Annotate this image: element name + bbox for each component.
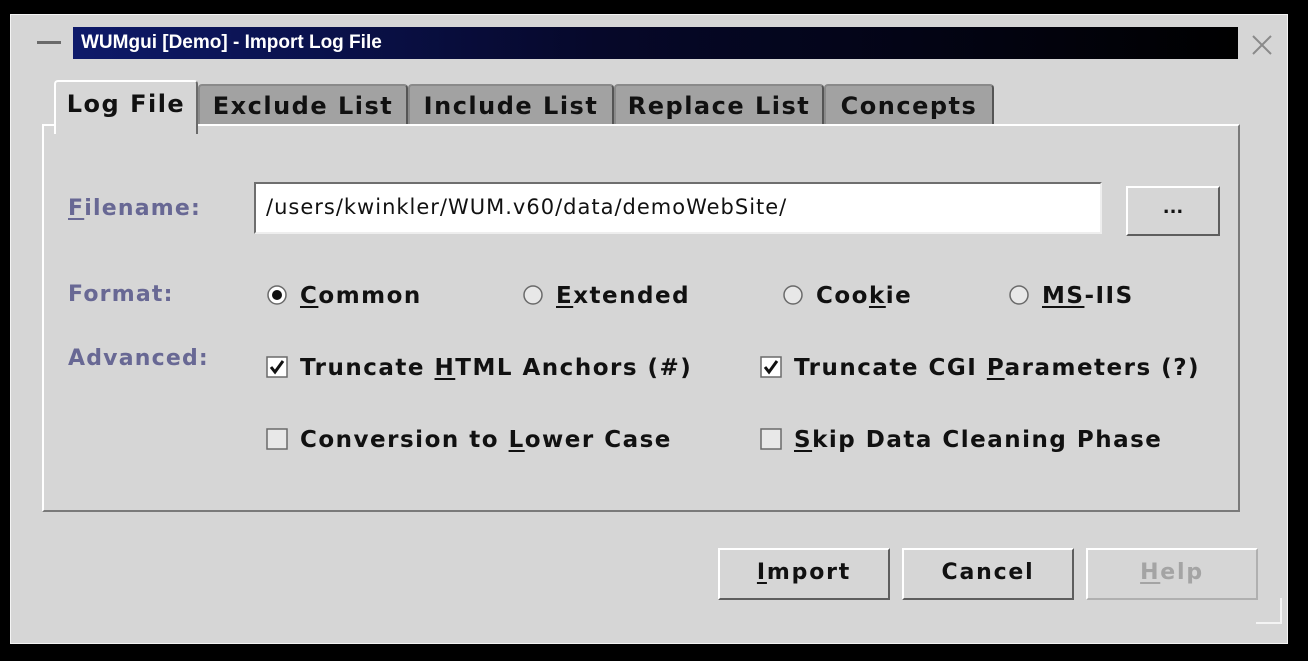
tab-label: Replace List [627,92,811,120]
tab-label: Exclude List [212,92,394,120]
checkbox-unchecked-icon [266,428,288,450]
option-label-text: Truncate HTML Anchors (#) [300,355,693,381]
format-label-text: Common [300,283,422,309]
advanced-label: Advanced: [68,346,209,371]
tab-log-file[interactable]: Log File [54,80,198,134]
radio-unselected-icon [1009,285,1029,305]
checkbox-checked-icon [760,356,782,378]
window-menu-icon[interactable] [37,41,61,44]
format-label-text: MS-IIS [1042,283,1134,309]
browse-button[interactable]: ... [1126,186,1220,236]
radio-unselected-icon [523,285,543,305]
option-label-text: Skip Data Cleaning Phase [794,427,1163,453]
radio-selected-icon [267,285,287,305]
cancel-button[interactable]: Cancel [902,548,1074,600]
close-icon[interactable] [1249,32,1275,58]
format-label-text: Extended [556,283,691,309]
radio-unselected-icon [783,285,803,305]
title-bar[interactable]: WUMgui [Demo] - Import Log File [11,15,1287,71]
format-label-text: Cookie [816,283,913,309]
window-title: WUMgui [Demo] - Import Log File [81,32,382,53]
checkbox-unchecked-icon [760,428,782,450]
tab-label: Include List [423,92,599,120]
tab-label: Concepts [840,92,978,120]
tab-label: Log File [66,90,186,118]
resize-grip-icon[interactable] [1256,598,1282,624]
option-label-text: Truncate CGI Parameters (?) [794,355,1201,381]
checkbox-checked-icon [266,356,288,378]
format-label: Format: [68,282,174,307]
import-button[interactable]: Import [718,548,890,600]
filename-input[interactable]: /users/kwinkler/WUM.v60/data/demoWebSite… [254,182,1102,234]
title-bar-fill: WUMgui [Demo] - Import Log File [73,27,1238,59]
help-button[interactable]: Help [1086,548,1258,600]
filename-label: Filename: [68,196,201,221]
option-label-text: Conversion to Lower Case [300,427,672,453]
